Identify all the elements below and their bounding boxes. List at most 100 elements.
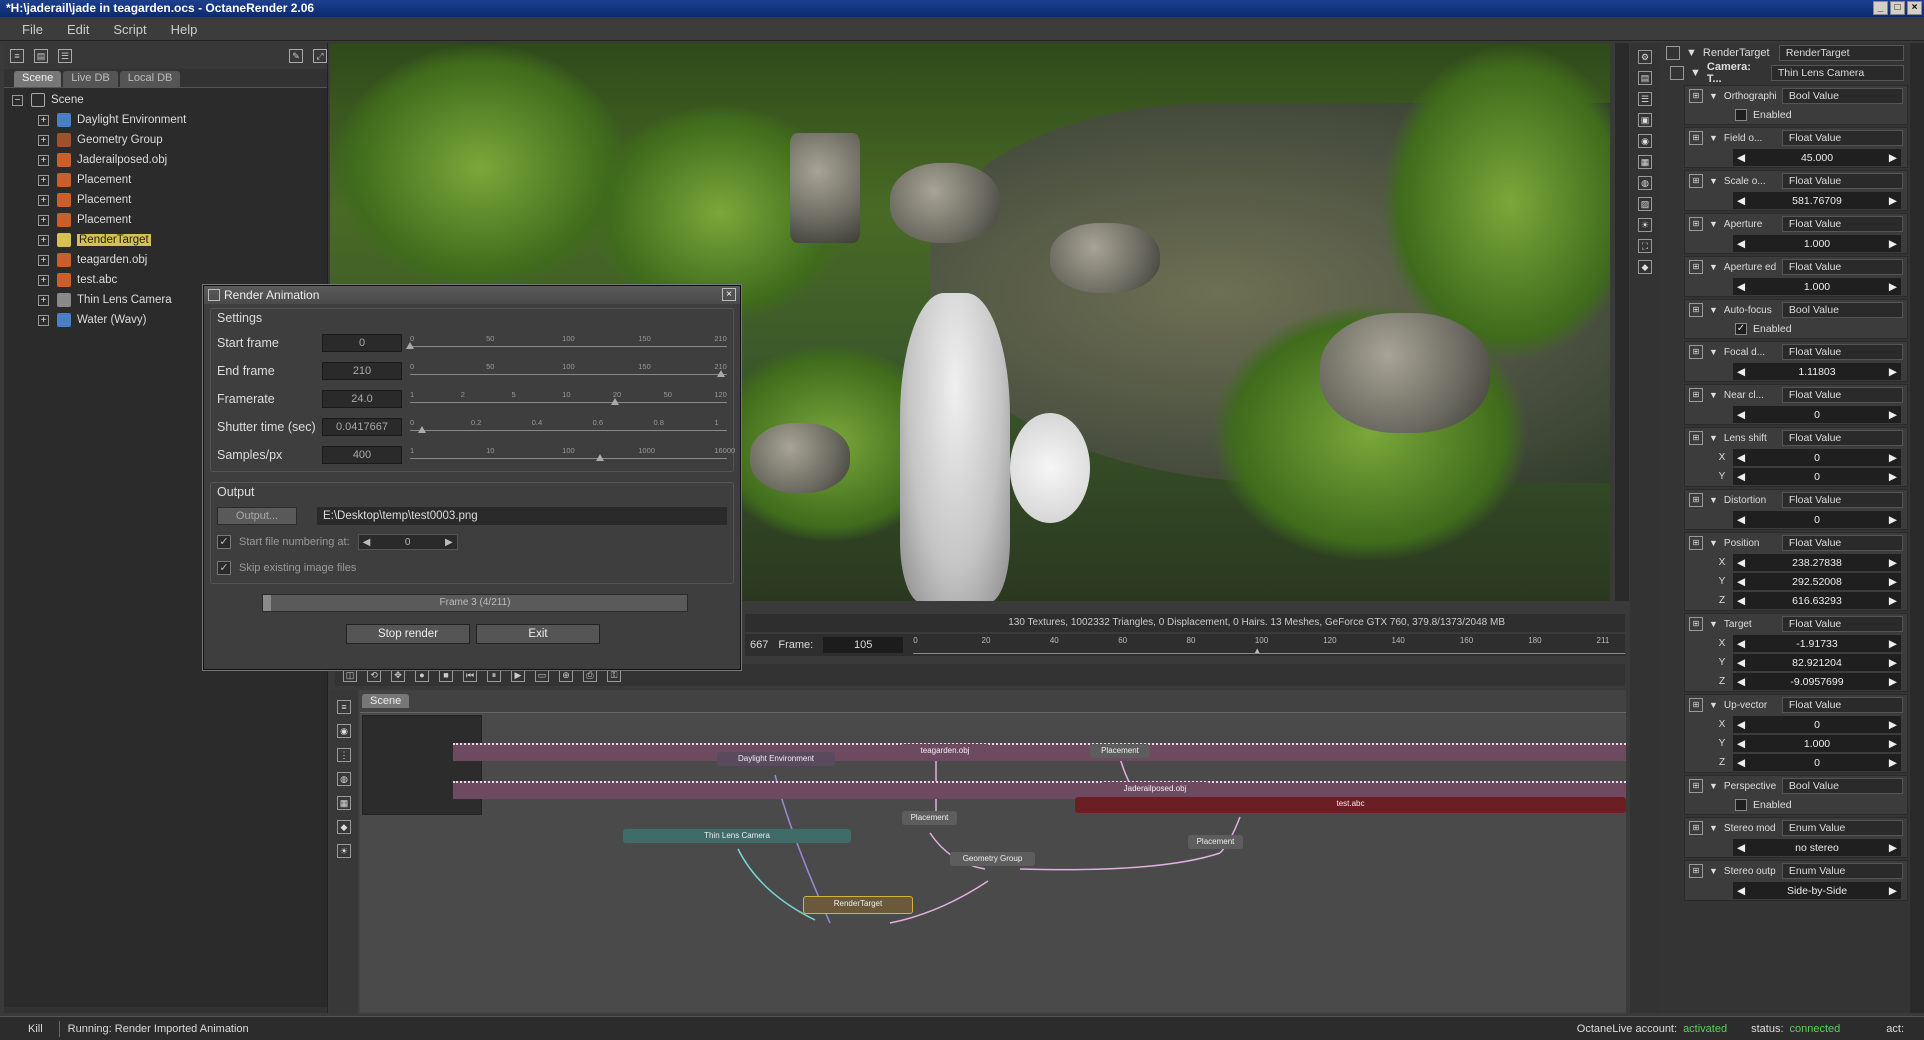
- value-field[interactable]: ◀ 0 ▶: [1733, 468, 1901, 485]
- node-rendertarget[interactable]: RenderTarget: [803, 896, 913, 914]
- timeline-scale[interactable]: 0 20 40 60 80 100 120 140 160 180 211 ▲: [913, 636, 1625, 655]
- prop-pin-icon[interactable]: ⊞: [1689, 388, 1703, 402]
- tree-item[interactable]: + Daylight Environment: [4, 110, 327, 130]
- inspector-scrollbar[interactable]: [1910, 43, 1924, 1013]
- recenter-icon[interactable]: ✥: [391, 668, 405, 682]
- light-icon[interactable]: ☀: [337, 844, 351, 858]
- kernel-icon[interactable]: ⛶: [1638, 239, 1652, 253]
- collapse-icon[interactable]: ▼: [1709, 91, 1718, 101]
- zoom-icon[interactable]: ⊕: [559, 668, 573, 682]
- timeline-playhead[interactable]: ▲: [1253, 646, 1261, 655]
- output-path-field[interactable]: E:\Desktop\temp\test0003.png: [317, 507, 727, 525]
- collapse-icon[interactable]: ▼: [1709, 619, 1718, 629]
- value-field[interactable]: ◀ 581.76709 ▶: [1733, 192, 1901, 209]
- collapse-icon[interactable]: ▼: [1709, 538, 1718, 548]
- expand-icon[interactable]: +: [38, 174, 49, 186]
- value-field[interactable]: ◀ 0 ▶: [1733, 716, 1901, 733]
- list-icon[interactable]: ☰: [1638, 92, 1652, 106]
- slider-thumb[interactable]: [611, 398, 620, 405]
- setting-value-field[interactable]: 210: [322, 362, 402, 380]
- setting-slider[interactable]: 0 50 100 150 210: [410, 362, 727, 380]
- layout-icon[interactable]: ≡: [337, 700, 351, 714]
- collapse-icon[interactable]: ▼: [1709, 176, 1718, 186]
- value-field[interactable]: ◀ 616.63293 ▶: [1733, 592, 1901, 609]
- tree-item[interactable]: + RenderTarget: [4, 230, 327, 250]
- prop-type[interactable]: Float Value: [1781, 173, 1903, 189]
- frame-input[interactable]: 105: [823, 637, 904, 653]
- value-field[interactable]: ◀ 1.000 ▶: [1733, 278, 1901, 295]
- slider-thumb[interactable]: [716, 370, 725, 377]
- setting-slider[interactable]: 0 0.2 0.4 0.6 0.8 1: [410, 418, 727, 436]
- collapse-icon[interactable]: ▼: [1709, 347, 1718, 357]
- menu-edit[interactable]: Edit: [55, 17, 101, 40]
- collapse-icon[interactable]: ▼: [1709, 823, 1718, 833]
- prop-type[interactable]: Float Value: [1781, 492, 1903, 508]
- image-icon[interactable]: ▣: [1638, 113, 1652, 127]
- tree-item[interactable]: + Jaderailposed.obj: [4, 150, 327, 170]
- prop-type[interactable]: Float Value: [1781, 344, 1903, 360]
- globe-icon[interactable]: ◍: [1638, 176, 1652, 190]
- prop-type[interactable]: Float Value: [1781, 216, 1903, 232]
- expand-icon[interactable]: +: [38, 314, 49, 326]
- exit-button[interactable]: Exit: [476, 624, 600, 644]
- prop-type[interactable]: Float Value: [1781, 535, 1903, 551]
- collapse-icon[interactable]: ▼: [1709, 495, 1718, 505]
- texture-icon[interactable]: ▦: [337, 796, 351, 810]
- minimize-icon[interactable]: _: [1873, 1, 1888, 15]
- expand-icon[interactable]: +: [38, 234, 49, 246]
- picture-icon[interactable]: ▨: [1638, 197, 1652, 211]
- play-icon[interactable]: ▶: [511, 668, 525, 682]
- collapse-icon[interactable]: ▼: [1709, 390, 1718, 400]
- prop-type[interactable]: Bool Value: [1781, 302, 1903, 318]
- geometry-icon[interactable]: ◆: [337, 820, 351, 834]
- prop-pin-icon[interactable]: ⊞: [1689, 345, 1703, 359]
- kill-button[interactable]: Kill: [20, 1021, 51, 1037]
- value-field[interactable]: ◀ 1.000 ▶: [1733, 735, 1901, 752]
- prop-type[interactable]: Float Value: [1781, 387, 1903, 403]
- value-field[interactable]: ◀ 1.11803 ▶: [1733, 363, 1901, 380]
- node-placement-mid[interactable]: Placement: [902, 811, 957, 825]
- node-thin-lens-camera[interactable]: Thin Lens Camera: [623, 829, 851, 843]
- rendertarget-type[interactable]: RenderTarget: [1778, 45, 1904, 61]
- prop-type[interactable]: Float Value: [1781, 259, 1903, 275]
- checkbox[interactable]: [1735, 109, 1747, 121]
- setting-slider[interactable]: 0 50 100 150 210: [406, 334, 727, 352]
- tab-live-db[interactable]: Live DB: [63, 71, 118, 87]
- dialog-titlebar[interactable]: Render Animation ×: [204, 286, 740, 304]
- prop-type[interactable]: Float Value: [1781, 130, 1903, 146]
- reset-icon[interactable]: ⟲: [367, 668, 381, 682]
- prop-pin-icon[interactable]: ⊞: [1689, 821, 1703, 835]
- prop-type[interactable]: Float Value: [1781, 616, 1903, 632]
- expand-icon[interactable]: +: [38, 134, 49, 146]
- dialog-close-icon[interactable]: ×: [722, 288, 736, 301]
- setting-slider[interactable]: 1 2 5 10 20 50 120: [410, 390, 727, 408]
- value-field[interactable]: ◀ 45.000 ▶: [1733, 149, 1901, 166]
- menu-script[interactable]: Script: [101, 17, 158, 40]
- prop-pin-icon[interactable]: ⊞: [1689, 698, 1703, 712]
- settings-icon[interactable]: ⚙: [1638, 50, 1652, 64]
- setting-value-field[interactable]: 24.0: [322, 390, 402, 408]
- tab-local-db[interactable]: Local DB: [119, 71, 181, 87]
- prop-pin-icon[interactable]: ⊞: [1689, 303, 1703, 317]
- slider-thumb[interactable]: [406, 342, 414, 349]
- viewport-scrollbar[interactable]: [1615, 43, 1629, 601]
- node-geometry-group[interactable]: Geometry Group: [950, 852, 1035, 866]
- camera-icon[interactable]: ◫: [343, 668, 357, 682]
- wrench-icon[interactable]: ✎: [289, 49, 303, 63]
- node-test-abc[interactable]: test.abc: [1075, 797, 1626, 813]
- skip-existing-checkbox[interactable]: ✓: [217, 561, 231, 575]
- expand-icon[interactable]: +: [38, 154, 49, 166]
- setting-value-field[interactable]: 0.0417667: [322, 418, 402, 436]
- tree-item[interactable]: + Placement: [4, 210, 327, 230]
- tree-item[interactable]: + Placement: [4, 170, 327, 190]
- collapse-tree-icon[interactable]: ▤: [34, 49, 48, 63]
- value-field[interactable]: ◀ 1.000 ▶: [1733, 235, 1901, 252]
- expand-icon[interactable]: +: [38, 274, 49, 286]
- prop-pin-icon[interactable]: ⊞: [1689, 536, 1703, 550]
- setting-value-field[interactable]: 0: [322, 334, 402, 352]
- prop-type[interactable]: Float Value: [1781, 430, 1903, 446]
- tree-root[interactable]: − Scene: [4, 90, 327, 110]
- value-field[interactable]: ◀ 0 ▶: [1733, 449, 1901, 466]
- tab-scene[interactable]: Scene: [14, 71, 62, 87]
- value-field[interactable]: ◀ -9.0957699 ▶: [1733, 673, 1901, 690]
